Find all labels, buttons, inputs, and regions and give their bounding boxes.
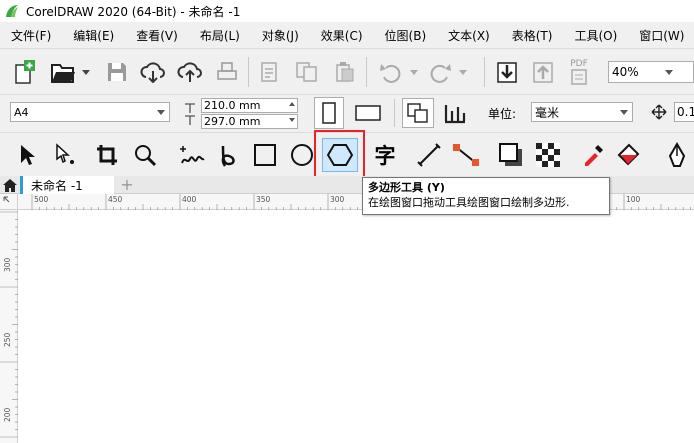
menu-file[interactable]: 文件(F) <box>0 27 62 44</box>
menu-text[interactable]: 文本(X) <box>437 27 501 44</box>
shape-tool-icon[interactable] <box>50 140 80 170</box>
save-icon[interactable] <box>104 59 130 85</box>
highlight-box <box>314 130 365 178</box>
ruler-tick-label: 450 <box>108 195 123 204</box>
menu-table[interactable]: 表格(T) <box>501 27 564 44</box>
bar-chart-icon[interactable] <box>440 98 470 128</box>
pick-tool-icon[interactable] <box>12 140 42 170</box>
polygon-tool-tooltip: 多边形工具 (Y) 在绘图窗口拖动工具绘图窗口绘制多边形. <box>362 177 610 215</box>
menu-effects[interactable]: 效果(C) <box>310 27 374 44</box>
portrait-orientation-button[interactable] <box>314 97 344 129</box>
tooltip-description: 在绘图窗口拖动工具绘图窗口绘制多边形. <box>368 196 570 209</box>
standard-toolbar: PDF 40% <box>0 48 694 94</box>
outline-pen-tool-icon[interactable] <box>662 140 692 170</box>
ellipse-tool-icon[interactable] <box>287 140 317 170</box>
ruler-tick-label: 300 <box>3 257 12 272</box>
menu-window[interactable]: 窗口(W) <box>628 27 694 44</box>
zoom-tool-icon[interactable] <box>130 140 160 170</box>
vertical-ruler[interactable]: 300 250 200 <box>0 210 18 443</box>
zoom-level-select[interactable]: 40% <box>608 61 694 83</box>
document-tab[interactable]: 未命名 -1 <box>20 176 114 194</box>
menu-object[interactable]: 对象(J) <box>251 27 310 44</box>
cloud-download-icon[interactable] <box>139 59 167 85</box>
home-icon[interactable] <box>2 177 18 193</box>
title-bar: CorelDRAW 2020 (64-Bit) - 未命名 -1 <box>0 0 694 22</box>
ruler-origin[interactable] <box>0 194 18 210</box>
units-label: 单位: <box>488 107 517 121</box>
open-folder-icon[interactable] <box>48 57 78 87</box>
tooltip-title: 多边形工具 (Y) <box>368 181 445 194</box>
menu-layout[interactable]: 布局(L) <box>189 27 251 44</box>
new-document-icon[interactable] <box>10 57 40 87</box>
menu-bitmaps[interactable]: 位图(B) <box>374 27 438 44</box>
coreldraw-logo-icon <box>6 5 18 17</box>
menu-bar: 文件(F) 编辑(E) 查看(V) 布局(L) 对象(J) 效果(C) 位图(B… <box>0 22 694 48</box>
redo-icon[interactable] <box>425 59 455 85</box>
chevron-down-icon[interactable] <box>81 67 91 77</box>
parallel-dimension-tool-icon[interactable] <box>414 140 444 170</box>
menu-view[interactable]: 查看(V) <box>125 27 189 44</box>
transparency-tool-icon[interactable] <box>533 140 563 170</box>
menu-edit[interactable]: 编辑(E) <box>62 27 125 44</box>
copy-icon[interactable] <box>294 59 320 85</box>
interactive-fill-tool-icon[interactable] <box>615 140 645 170</box>
publish-pdf-icon[interactable]: PDF <box>565 57 593 87</box>
crop-tool-icon[interactable] <box>92 140 122 170</box>
units-select[interactable]: 毫米 <box>531 102 633 122</box>
ruler-tick-label: 400 <box>182 195 197 204</box>
landscape-orientation-button[interactable] <box>352 97 384 129</box>
eyedropper-tool-icon[interactable] <box>578 140 608 170</box>
page-width-input[interactable]: 210.0 mm <box>201 98 298 113</box>
add-tab-button[interactable]: + <box>118 176 136 194</box>
ruler-tick-label: 500 <box>34 195 49 204</box>
export-icon[interactable] <box>530 59 556 85</box>
print-icon[interactable] <box>214 59 240 85</box>
ruler-tick-label: 300 <box>330 195 345 204</box>
page-dimensions-icon <box>182 100 198 130</box>
rectangle-tool-icon[interactable] <box>250 140 280 170</box>
nudge-distance-input[interactable]: 0.1 <box>674 102 694 122</box>
nudge-distance-icon <box>650 103 668 121</box>
window-title: CorelDRAW 2020 (64-Bit) - 未命名 -1 <box>26 4 241 19</box>
pdf-label: PDF <box>570 59 588 69</box>
ruler-tick-label: 250 <box>3 332 12 347</box>
undo-icon[interactable] <box>376 59 406 85</box>
page-height-input[interactable]: 297.0 mm <box>201 114 298 129</box>
artistic-media-tool-icon[interactable] <box>214 140 244 170</box>
import-document-icon[interactable] <box>256 59 282 85</box>
freehand-tool-icon[interactable] <box>176 140 208 170</box>
increase-icon[interactable] <box>289 102 295 106</box>
drop-shadow-tool-icon[interactable] <box>496 140 526 170</box>
connector-tool-icon[interactable] <box>450 140 482 170</box>
menu-tools[interactable]: 工具(O) <box>563 27 628 44</box>
ruler-tick-label: 100 <box>626 195 641 204</box>
cloud-upload-icon[interactable] <box>176 59 204 85</box>
ruler-tick-label: 200 <box>3 407 12 422</box>
property-bar: A4 210.0 mm 297.0 mm 单位: 毫米 0.1 <box>0 94 694 132</box>
import-icon[interactable] <box>494 59 520 85</box>
chevron-down-icon[interactable] <box>409 67 419 77</box>
ruler-tick-label: 350 <box>256 195 271 204</box>
decrease-icon[interactable] <box>289 118 295 122</box>
paste-icon[interactable] <box>332 59 358 85</box>
chevron-down-icon[interactable] <box>458 67 468 77</box>
drawing-canvas[interactable] <box>19 211 694 443</box>
all-pages-button[interactable] <box>402 98 434 128</box>
page-size-select[interactable]: A4 <box>10 102 170 122</box>
text-tool-icon[interactable]: 字 <box>370 140 400 170</box>
